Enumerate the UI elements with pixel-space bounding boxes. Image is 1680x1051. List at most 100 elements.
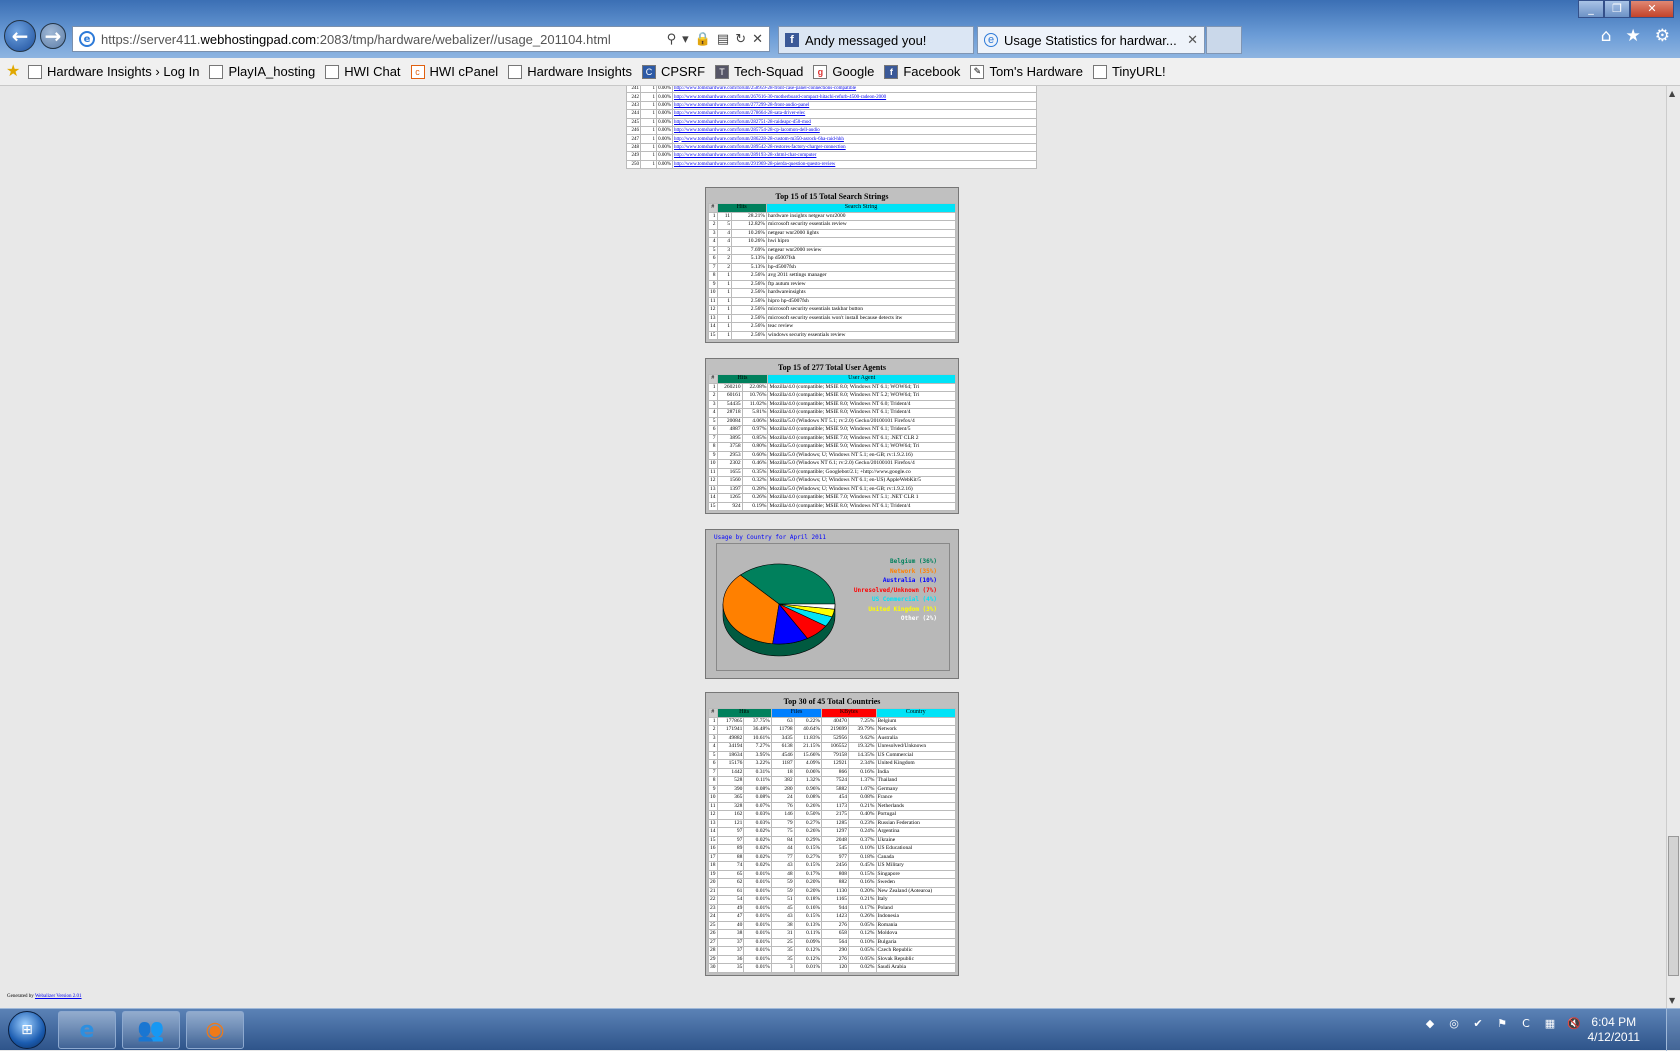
lock-icon[interactable]: 🔒 xyxy=(695,32,711,47)
table-cell: 4 xyxy=(708,742,718,752)
show-desktop-button[interactable] xyxy=(1666,1009,1680,1051)
firefox-icon: ◉ xyxy=(205,1017,225,1043)
referrer-link[interactable]: http://www.tomshardware.com/forum/291969… xyxy=(674,162,835,167)
favorite-link[interactable]: Hardware Insights › Log In xyxy=(28,64,199,79)
minimize-button[interactable]: _ xyxy=(1578,0,1604,18)
windows-logo-icon: ⊞ xyxy=(8,1011,46,1049)
close-window-button[interactable]: ✕ xyxy=(1630,0,1674,18)
new-tab-button[interactable] xyxy=(1206,26,1242,54)
action-center-flag-icon[interactable]: ⚑ xyxy=(1494,1015,1510,1031)
stop-icon[interactable]: ✕ xyxy=(752,32,763,47)
favorites-add-icon[interactable]: ★ xyxy=(6,63,22,80)
table-cell: 1265 xyxy=(716,493,743,503)
back-button[interactable]: ← xyxy=(4,20,36,52)
security-icon[interactable]: ✔ xyxy=(1470,1015,1486,1031)
favorite-link[interactable]: TinyURL! xyxy=(1092,64,1166,79)
table-row: 5 3 7.69% netgear wnr2000 review xyxy=(708,245,956,255)
start-button[interactable]: ⊞ xyxy=(2,1009,52,1051)
col-header: Hits xyxy=(716,203,768,213)
table-row: 7 2 5.13% hp-d5007fsh xyxy=(708,262,956,272)
home-icon[interactable]: ⌂ xyxy=(1601,26,1612,46)
volume-muted-icon[interactable]: 🔇 xyxy=(1566,1015,1582,1031)
network-drive-icon[interactable]: ◎ xyxy=(1446,1015,1462,1031)
close-tab-icon[interactable]: ✕ xyxy=(1187,32,1198,48)
compat-view-icon[interactable]: ▤ xyxy=(717,32,729,47)
referrer-link[interactable]: http://www.tomshardware.com/forum/267616… xyxy=(674,95,886,100)
gear-icon[interactable]: ⚙ xyxy=(1655,26,1670,46)
referrer-link[interactable]: http://www.tomshardware.com/forum/278664… xyxy=(674,111,805,116)
table-cell: 10 xyxy=(708,288,718,298)
clock[interactable]: 6:04 PM 4/12/2011 xyxy=(1588,1015,1641,1045)
restore-button[interactable]: ❐ xyxy=(1604,0,1630,18)
favorite-link[interactable]: ✎ Tom's Hardware xyxy=(970,64,1083,79)
table-cell: 248 xyxy=(626,142,641,153)
table-cell: 15 xyxy=(708,501,718,511)
webalizer-link[interactable]: Webalizer Version 2.01 xyxy=(35,994,82,999)
table-cell: 11798 xyxy=(770,725,795,735)
table-cell: 2175 xyxy=(821,810,849,820)
table-cell: 545 xyxy=(821,844,849,854)
favorite-label: Hardware Insights › Log In xyxy=(47,64,200,79)
referrer-link[interactable]: http://www.tomshardware.com/forum/289193… xyxy=(674,153,816,158)
table-cell: 1 xyxy=(640,151,657,161)
table-cell: 4887 xyxy=(716,425,743,435)
favorite-link[interactable]: g Google xyxy=(813,64,874,79)
table-row: 1 11 28.21% hardware insights netgear wnr20… xyxy=(708,211,956,221)
table-cell: 39.79% xyxy=(848,725,877,735)
table-cell: 0.08% xyxy=(793,793,823,803)
table-cell: 0.20% xyxy=(848,886,877,896)
col-header: Files xyxy=(770,708,823,718)
table-cell: Mozilla/4.0 (compatible; MSIE 8.0; Windo… xyxy=(767,408,956,418)
table-cell: 564 xyxy=(821,937,849,947)
table-row: 2 5 12.82% microsoft security essentials re… xyxy=(708,220,956,230)
favorite-link[interactable]: C CPSRF xyxy=(641,64,705,79)
ccleaner-icon[interactable]: C xyxy=(1518,1015,1534,1031)
taskbar-ie-button[interactable]: e xyxy=(58,1011,116,1049)
table-cell: 866 xyxy=(821,767,849,777)
favorite-link[interactable]: c HWI cPanel xyxy=(410,64,498,79)
table-cell: 22 xyxy=(708,895,718,905)
table-cell: hardwareinsights xyxy=(766,288,956,298)
referrer-link[interactable]: http://www.tomshardware.com/forum/258959… xyxy=(674,86,856,91)
favorite-link[interactable]: f Facebook xyxy=(884,64,960,79)
taskbar-messenger-button[interactable]: 👥 xyxy=(122,1011,180,1049)
table-cell: 54 xyxy=(716,895,745,905)
table-cell: 0.12% xyxy=(793,954,823,964)
table-row: 4 4 10.26% hwi hipro xyxy=(708,237,956,247)
forward-button[interactable]: → xyxy=(40,23,66,49)
taskbar-firefox-button[interactable]: ◉ xyxy=(186,1011,244,1049)
network-icon[interactable]: ▦ xyxy=(1542,1015,1558,1031)
table-cell: 38 xyxy=(716,929,745,939)
address-bar[interactable]: e https://server411.webhostingpad.com:20… xyxy=(72,26,770,52)
vertical-scrollbar[interactable]: ▲ ▼ xyxy=(1666,86,1680,1008)
table-cell: 0.31% xyxy=(743,767,772,777)
referrer-link[interactable]: http://www.tomshardware.com/forum/289542… xyxy=(674,145,846,150)
favorite-link[interactable]: HWI Chat xyxy=(325,64,401,79)
refresh-icon[interactable]: ↻ xyxy=(735,32,746,47)
tab-usage-statistics[interactable]: e Usage Statistics for hardwar... ✕ xyxy=(977,26,1205,54)
dropdown-icon[interactable]: ▾ xyxy=(682,32,689,47)
favorites-star-icon[interactable]: ★ xyxy=(1626,26,1641,46)
search-icon[interactable]: ⚲ xyxy=(667,32,677,47)
favorite-link[interactable]: T Tech-Squad xyxy=(715,64,803,79)
scroll-thumb[interactable] xyxy=(1668,836,1679,976)
referrer-link[interactable]: http://www.tomshardware.com/forum/277299… xyxy=(674,103,809,108)
countries-title: Top 30 of 45 Total Countries xyxy=(708,695,956,708)
referrer-link[interactable]: http://www.tomshardware.com/forum/285754… xyxy=(674,128,820,133)
tab-facebook[interactable]: f Andy messaged you! xyxy=(778,26,974,54)
table-row: 11 1655 0.35% Mozilla/5.0 (compatible; Goog… xyxy=(708,467,956,477)
app-tray-icon[interactable]: ◆ xyxy=(1422,1015,1438,1031)
scroll-down-icon[interactable]: ▼ xyxy=(1669,996,1675,1005)
table-cell: 528 xyxy=(716,776,745,786)
browser-tools: ⌂ ★ ⚙ xyxy=(1601,26,1670,46)
table-row: 4 28718 5.81% Mozilla/4.0 (compatible; MSIE… xyxy=(708,408,956,418)
scroll-up-icon[interactable]: ▲ xyxy=(1669,89,1675,98)
favorite-link[interactable]: Hardware Insights xyxy=(508,64,632,79)
referrer-link[interactable]: http://www.tomshardware.com/forum/286228… xyxy=(674,137,844,142)
address-url[interactable]: https://server411.webhostingpad.com:2083… xyxy=(101,32,667,47)
table-cell: 1 xyxy=(716,313,733,323)
referrer-link[interactable]: http://www.tomshardware.com/forum/282751… xyxy=(674,120,811,125)
favorite-link[interactable]: PlayIA_hosting xyxy=(209,64,315,79)
table-cell: 1.37% xyxy=(848,776,877,786)
table-cell: 2 xyxy=(716,262,733,272)
